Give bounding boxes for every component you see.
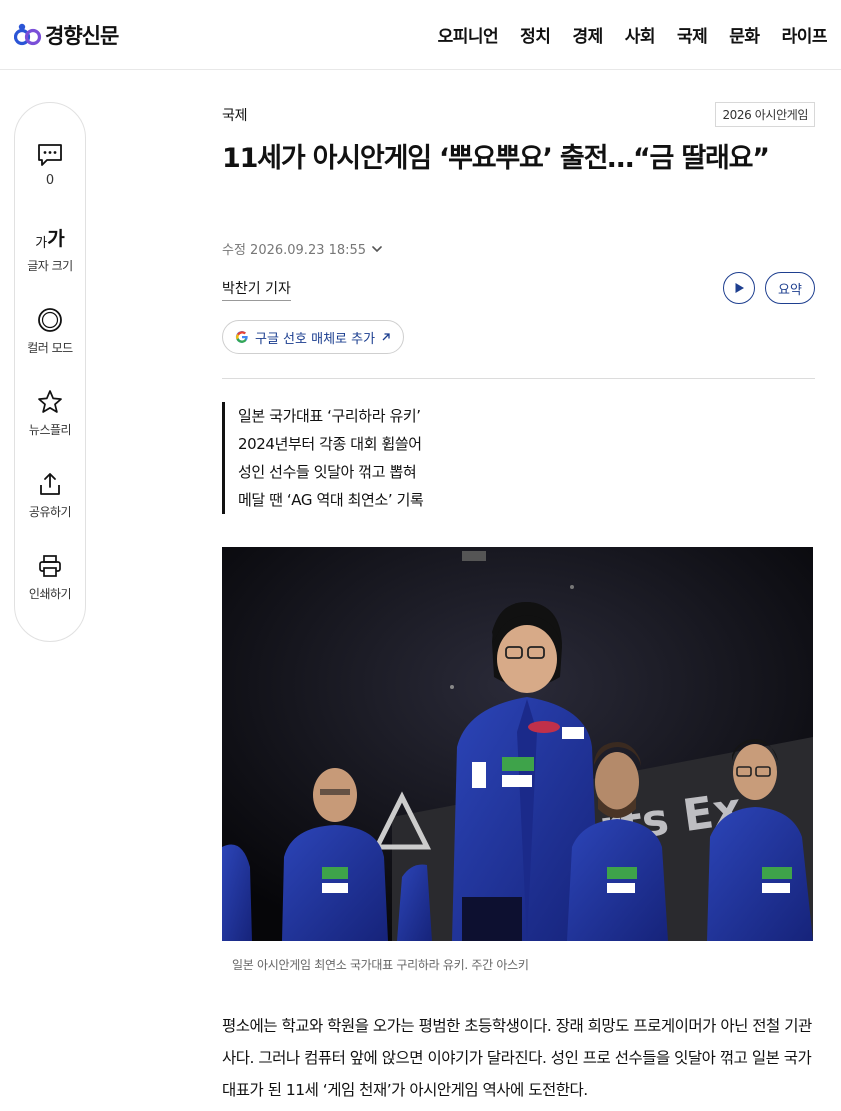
nav-item-society[interactable]: 사회 [625, 22, 656, 47]
summary-button[interactable]: 요약 [765, 272, 815, 304]
audio-play-button[interactable] [723, 272, 755, 304]
dateline-text: 수정 2026.09.23 18:55 [222, 243, 367, 258]
share-label: 공유하기 [28, 505, 72, 519]
font-size-icon: 가가 [35, 225, 64, 251]
font-size-big-glyph: 가 [47, 228, 65, 250]
newsplay-button[interactable]: 뉴스플리 [15, 389, 85, 438]
color-mode-icon [38, 308, 62, 332]
star-icon [38, 390, 62, 413]
article-summary: 일본 국가대표 ‘구리하라 유키’ 2024년부터 각종 대회 휩쓸어 성인 선… [222, 402, 424, 514]
font-size-label: 글자 크기 [27, 259, 73, 273]
photo-caption: 일본 아시안게임 최연소 국가대표 구리하라 유키. 주간 아스키 [232, 958, 529, 972]
font-size-button[interactable]: 가가 글자 크기 [15, 225, 85, 274]
summary-line: 2024년부터 각종 대회 휩쓸어 [238, 435, 422, 453]
site-header: 경향신문 오피니언 정치 경제 사회 국제 문화 라이프 [0, 0, 841, 70]
headline: 11세가 아시안게임 ‘뿌요뿌요’ 출전…“금 딸래요” [222, 143, 770, 174]
color-mode-label: 컬러 모드 [27, 341, 73, 355]
article-body-paragraph: 평소에는 학교와 학원을 오가는 평범한 초등학생이다. 장래 희망도 프로게이… [222, 1017, 812, 1099]
play-icon [735, 283, 744, 293]
photo-illustration: orts Ex [222, 547, 813, 941]
site-logo[interactable]: 경향신문 [14, 20, 119, 50]
google-preferred-source-chip[interactable]: 구글 선호 매체로 추가 [222, 320, 405, 354]
dateline[interactable]: 수정 2026.09.23 18:55 [222, 239, 384, 258]
logo-text: 경향신문 [45, 24, 119, 48]
series-badge[interactable]: 2026 아시안게임 [715, 102, 815, 127]
summary-line: 성인 선수들 잇달아 꺾고 뽑혀 [238, 463, 417, 481]
article-photo[interactable]: orts Ex [222, 547, 813, 941]
nav-item-opinion[interactable]: 오피니언 [438, 22, 499, 47]
summary-line: 메달 땐 ‘AG 역대 최연소’ 기록 [238, 491, 424, 509]
font-size-small-glyph: 가 [35, 236, 48, 251]
nav-item-life[interactable]: 라이프 [782, 22, 828, 47]
article-tools-sidebar: 0 가가 글자 크기 컬러 모드 뉴스플리 공유하기 인쇄하기 [14, 102, 86, 642]
nav-item-economy[interactable]: 경제 [572, 22, 603, 47]
print-icon [39, 555, 61, 577]
share-button[interactable]: 공유하기 [15, 471, 85, 520]
nav-item-international[interactable]: 국제 [677, 22, 708, 47]
color-mode-button[interactable]: 컬러 모드 [15, 307, 85, 356]
section-label[interactable]: 국제 [222, 105, 247, 125]
google-chip-label: 구글 선호 매체로 추가 [255, 331, 376, 347]
summary-line: 일본 국가대표 ‘구리하라 유키’ [238, 407, 421, 425]
comment-count: 0 [45, 173, 55, 188]
main-nav: 오피니언 정치 경제 사회 국제 문화 라이프 [438, 22, 828, 47]
share-icon [40, 473, 60, 495]
newsplay-label: 뉴스플리 [28, 423, 72, 437]
nav-item-culture[interactable]: 문화 [729, 22, 760, 47]
comment-button[interactable]: 0 [15, 143, 85, 188]
google-icon [235, 331, 248, 343]
external-arrow-icon [382, 333, 390, 341]
logo-mark-icon [14, 23, 42, 46]
nav-item-politics[interactable]: 정치 [520, 22, 551, 47]
print-label: 인쇄하기 [28, 587, 72, 601]
comment-icon [38, 144, 62, 166]
byline[interactable]: 박찬기 기자 [222, 278, 291, 301]
divider [222, 378, 815, 379]
summary-button-label: 요약 [778, 282, 802, 298]
chevron-down-icon [372, 245, 382, 252]
print-button[interactable]: 인쇄하기 [15, 553, 85, 602]
